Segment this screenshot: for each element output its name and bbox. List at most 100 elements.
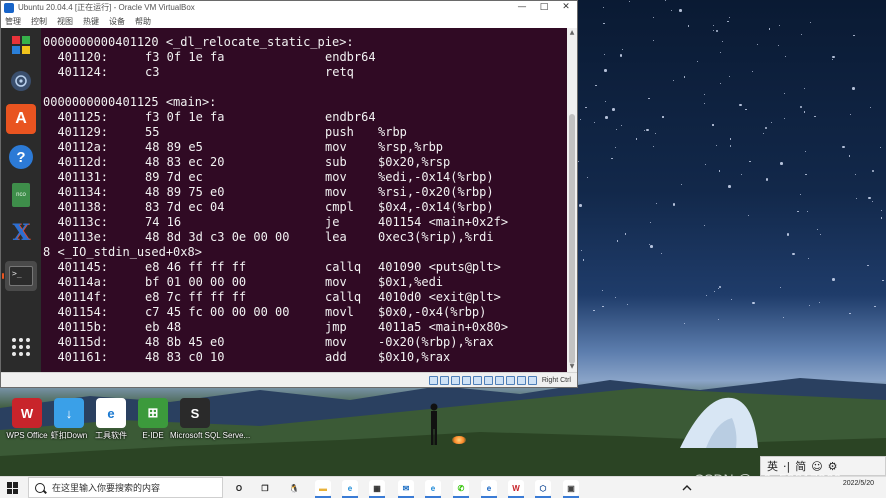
tent (680, 397, 758, 448)
guest-screen[interactable]: A ? nco X >_ 0000000000401120 <_dl_reloc… (1, 28, 577, 372)
menu-item-devices[interactable]: 设备 (109, 16, 125, 27)
instruction-address: 40115b: (43, 320, 109, 334)
star (718, 285, 722, 289)
clipboard-icon[interactable]: e (481, 480, 497, 496)
instruction-mnemonic: movl (325, 305, 354, 319)
audio-icon[interactable] (450, 376, 460, 385)
window-titlebar[interactable]: Ubuntu 20.04.4 [正在运行] - Oracle VM Virtua… (1, 1, 577, 14)
software-center-icon[interactable]: A (6, 104, 36, 134)
star (680, 183, 682, 185)
task-view-icon[interactable]: ❐ (257, 480, 273, 496)
star (816, 228, 818, 230)
wps-icon[interactable]: W (508, 480, 524, 496)
menu-item-view[interactable]: 视图 (57, 16, 73, 27)
terminal-scrollbar[interactable]: ▲ ▼ (567, 28, 577, 372)
star (612, 108, 615, 111)
software-center-glyph: A (15, 110, 27, 127)
star (777, 44, 779, 47)
network-icon[interactable] (461, 376, 471, 385)
minimize-button[interactable]: — (511, 1, 533, 14)
star (616, 240, 619, 242)
cortana-icon[interactable]: O (231, 480, 247, 496)
notes-app-icon[interactable]: nco (6, 180, 36, 210)
star (646, 128, 649, 132)
notes-glyph: nco (12, 183, 30, 207)
menu-item-control[interactable]: 控制 (31, 16, 47, 27)
star (671, 9, 673, 11)
star (679, 9, 682, 12)
star (720, 82, 722, 85)
star (757, 43, 759, 45)
virtualbox-window[interactable]: Ubuntu 20.04.4 [正在运行] - Oracle VM Virtua… (0, 0, 578, 388)
terminal-icon[interactable]: >_ (5, 261, 37, 291)
star (603, 22, 605, 24)
star (819, 233, 821, 235)
optical-drive-icon[interactable] (439, 376, 449, 385)
edge-icon[interactable]: e (342, 480, 358, 496)
help-icon[interactable]: ? (6, 142, 36, 172)
menu-item-help[interactable]: 帮助 (135, 16, 151, 27)
terminal-line: 401131: 89 7d ec mov %edi,-0x14(%rbp) (43, 170, 567, 185)
instruction-address: 401124: (43, 65, 109, 79)
start-button[interactable] (7, 482, 19, 494)
file-explorer-icon[interactable]: ▬ (315, 480, 331, 496)
instruction-operands: $0x4,-0x14(%rbp) (378, 200, 494, 214)
instruction-bytes: f3 0f 1e fa (145, 50, 225, 64)
hard-disk-icon[interactable] (428, 376, 438, 385)
desktop-shortcut[interactable]: S Microsoft SQL Serve... (170, 398, 250, 448)
wps-office-icon: W (12, 398, 42, 428)
star (832, 278, 835, 281)
menu-item-manage[interactable]: 管理 (5, 16, 21, 27)
system-clock[interactable]: 2022/5/20 (843, 479, 874, 488)
audio-player-icon[interactable] (6, 66, 36, 96)
scrollbar-thumb[interactable] (569, 114, 575, 364)
scroll-down-icon[interactable]: ▼ (568, 363, 576, 371)
instruction-address: 40114a: (43, 275, 109, 289)
instruction-bytes: e8 7c ff ff ff (145, 290, 247, 304)
recording-icon[interactable] (505, 376, 515, 385)
star (704, 224, 706, 226)
search-box[interactable]: 在这里输入你要搜索的内容 (28, 477, 223, 498)
usb-icon[interactable] (472, 376, 482, 385)
display-icon[interactable] (494, 376, 504, 385)
cpu-icon[interactable] (516, 376, 526, 385)
instruction-operands: $0x20,%rsp (378, 155, 451, 169)
star (687, 25, 690, 27)
instruction-operands: 4010d0 <exit@plt> (378, 290, 501, 304)
instruction-address: 40113c: (43, 215, 109, 229)
clock-date: 2022/5/20 (842, 480, 874, 487)
star (595, 84, 597, 86)
terminal-line: 40113e: 48 8d 3d c3 0e 00 00 lea 0xec3(%rip… (43, 230, 567, 245)
color-cubes-icon[interactable] (6, 30, 36, 60)
ie-icon[interactable]: e (425, 480, 441, 496)
star (604, 69, 607, 72)
terminal-line: 40115b: eb 48 jmp 4011a5 <main+0x80> (43, 320, 567, 335)
star (855, 174, 857, 176)
star (615, 128, 618, 130)
wechat-icon[interactable]: ✆ (453, 480, 469, 496)
star (660, 252, 662, 255)
menu-item-hotkeys[interactable]: 热键 (83, 16, 99, 27)
instruction-operands: $0x10,%rax (378, 350, 451, 364)
show-apps-grid-icon[interactable] (6, 332, 36, 362)
star (662, 116, 664, 118)
instruction-mnemonic: callq (325, 260, 362, 274)
virtualbox-icon[interactable]: ⬡ (535, 480, 551, 496)
shared-folders-icon[interactable] (483, 376, 493, 385)
close-button[interactable]: ✕ (555, 1, 577, 14)
scroll-up-icon[interactable]: ▲ (568, 29, 576, 37)
terminal-output[interactable]: 0000000000401120 <_dl_relocate_static_pi… (41, 28, 567, 372)
mouse-integration-icon[interactable] (527, 376, 537, 385)
instruction-operands: %rsi,-0x20(%rbp) (378, 185, 494, 199)
star (805, 174, 807, 176)
terminal-app-icon[interactable]: ▣ (563, 480, 579, 496)
store-icon[interactable]: ▦ (369, 480, 385, 496)
x-tool-icon[interactable]: X (6, 218, 36, 248)
qq-icon[interactable]: 🐧 (286, 480, 302, 496)
maximize-button[interactable]: □ (533, 1, 555, 14)
tray-expand-icon[interactable] (680, 483, 694, 493)
instruction-address: 401125: (43, 110, 109, 124)
x-tool-glyph: X (12, 220, 30, 246)
instruction-bytes: c7 45 fc 00 00 00 00 (145, 305, 290, 319)
mail-icon[interactable]: ✉ (398, 480, 414, 496)
